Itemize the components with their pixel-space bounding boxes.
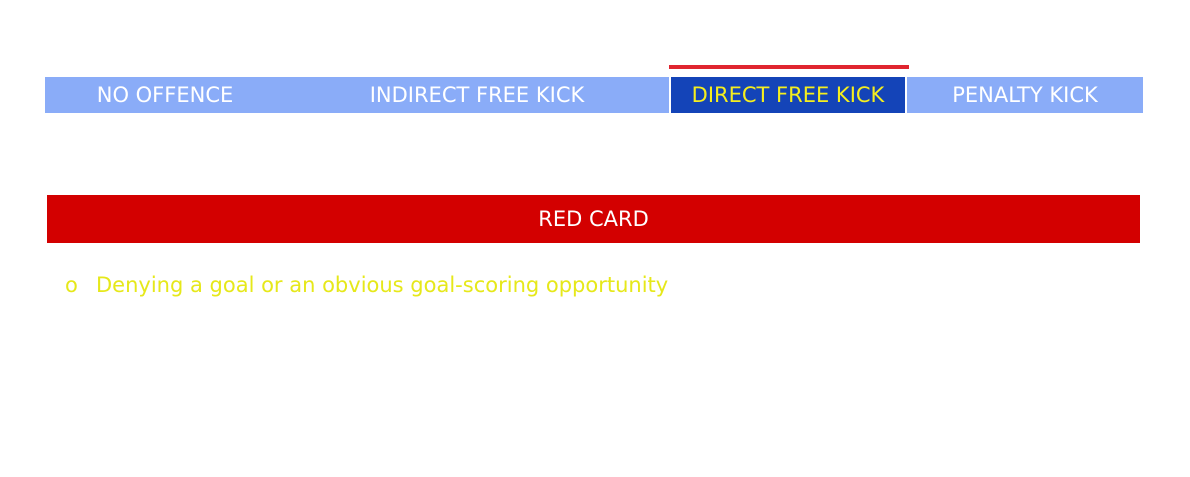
tab-no-offence[interactable]: NO OFFENCE bbox=[45, 77, 285, 113]
bullet-icon: o bbox=[65, 273, 78, 297]
active-tab-indicator bbox=[669, 65, 909, 69]
tab-penalty-kick[interactable]: PENALTY KICK bbox=[907, 77, 1143, 113]
list-item: o Denying a goal or an obvious goal-scori… bbox=[65, 270, 668, 300]
tab-indirect-free-kick[interactable]: INDIRECT FREE KICK bbox=[285, 77, 669, 113]
offence-text: Denying a goal or an obvious goal-scorin… bbox=[96, 273, 669, 297]
tab-direct-free-kick[interactable]: DIRECT FREE KICK bbox=[671, 77, 905, 113]
page: NO OFFENCE INDIRECT FREE KICK DIRECT FRE… bbox=[0, 0, 1190, 477]
red-card-banner[interactable]: RED CARD bbox=[47, 195, 1140, 243]
tab-bar: NO OFFENCE INDIRECT FREE KICK DIRECT FRE… bbox=[45, 77, 1143, 113]
